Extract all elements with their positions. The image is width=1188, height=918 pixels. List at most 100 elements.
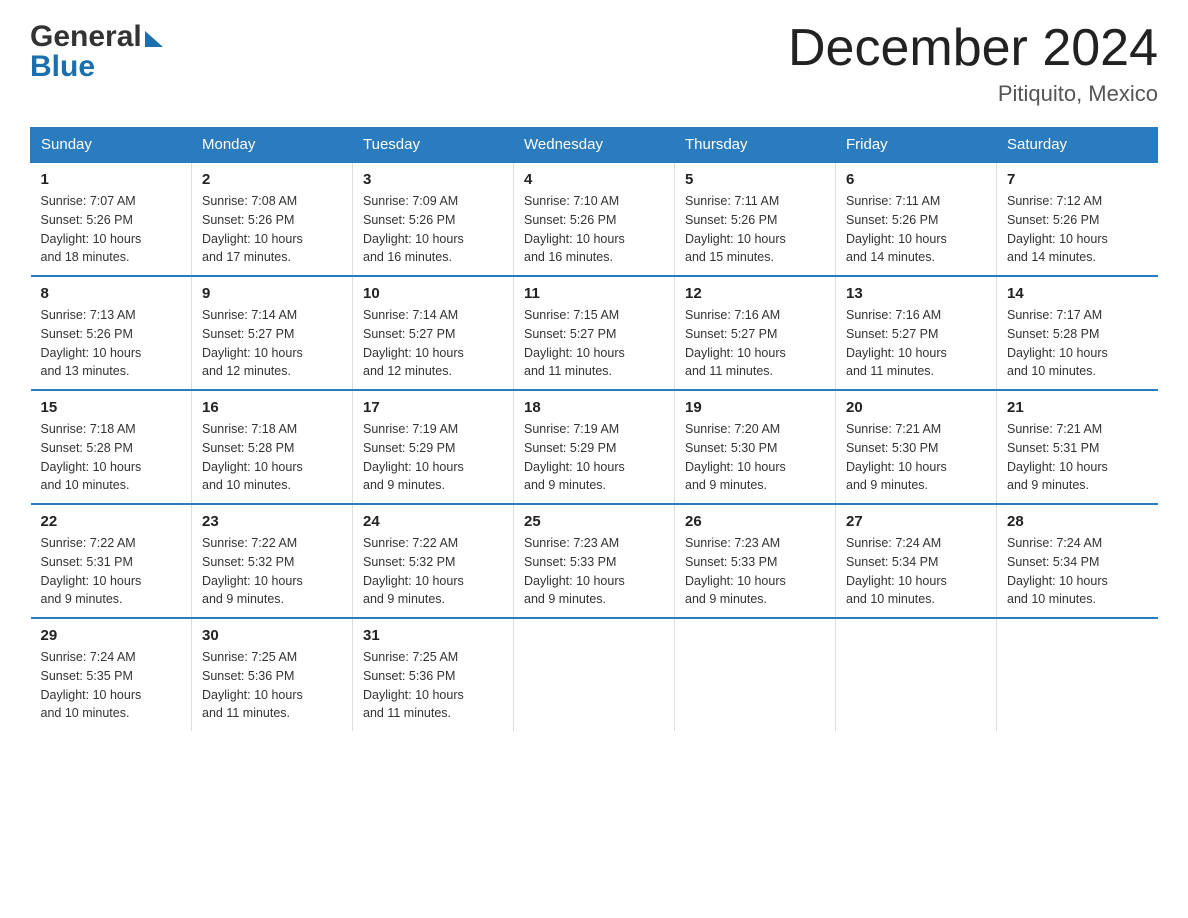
calendar-cell: 15 Sunrise: 7:18 AM Sunset: 5:28 PM Dayl… — [31, 390, 192, 504]
calendar-cell: 1 Sunrise: 7:07 AM Sunset: 5:26 PM Dayli… — [31, 162, 192, 276]
day-info: Sunrise: 7:16 AM Sunset: 5:27 PM Dayligh… — [846, 306, 986, 381]
day-info: Sunrise: 7:13 AM Sunset: 5:26 PM Dayligh… — [41, 306, 182, 381]
day-number: 5 — [685, 171, 825, 188]
day-info: Sunrise: 7:23 AM Sunset: 5:33 PM Dayligh… — [524, 534, 664, 609]
day-info: Sunrise: 7:12 AM Sunset: 5:26 PM Dayligh… — [1007, 192, 1148, 267]
day-info: Sunrise: 7:20 AM Sunset: 5:30 PM Dayligh… — [685, 420, 825, 495]
day-number: 31 — [363, 627, 503, 644]
day-number: 20 — [846, 399, 986, 416]
day-number: 8 — [41, 285, 182, 302]
col-friday: Friday — [836, 128, 997, 163]
calendar-cell: 6 Sunrise: 7:11 AM Sunset: 5:26 PM Dayli… — [836, 162, 997, 276]
calendar-cell: 19 Sunrise: 7:20 AM Sunset: 5:30 PM Dayl… — [675, 390, 836, 504]
day-info: Sunrise: 7:23 AM Sunset: 5:33 PM Dayligh… — [685, 534, 825, 609]
calendar-cell: 21 Sunrise: 7:21 AM Sunset: 5:31 PM Dayl… — [997, 390, 1158, 504]
calendar-cell: 26 Sunrise: 7:23 AM Sunset: 5:33 PM Dayl… — [675, 504, 836, 618]
day-number: 25 — [524, 513, 664, 530]
calendar-cell: 9 Sunrise: 7:14 AM Sunset: 5:27 PM Dayli… — [192, 276, 353, 390]
day-number: 2 — [202, 171, 342, 188]
calendar-cell: 4 Sunrise: 7:10 AM Sunset: 5:26 PM Dayli… — [514, 162, 675, 276]
calendar-week-row: 1 Sunrise: 7:07 AM Sunset: 5:26 PM Dayli… — [31, 162, 1158, 276]
day-number: 22 — [41, 513, 182, 530]
calendar-week-row: 15 Sunrise: 7:18 AM Sunset: 5:28 PM Dayl… — [31, 390, 1158, 504]
day-info: Sunrise: 7:24 AM Sunset: 5:34 PM Dayligh… — [846, 534, 986, 609]
calendar-cell: 27 Sunrise: 7:24 AM Sunset: 5:34 PM Dayl… — [836, 504, 997, 618]
day-number: 17 — [363, 399, 503, 416]
logo: General Blue — [30, 20, 163, 84]
day-info: Sunrise: 7:10 AM Sunset: 5:26 PM Dayligh… — [524, 192, 664, 267]
day-number: 27 — [846, 513, 986, 530]
calendar-cell: 8 Sunrise: 7:13 AM Sunset: 5:26 PM Dayli… — [31, 276, 192, 390]
day-number: 7 — [1007, 171, 1148, 188]
calendar-cell — [514, 618, 675, 731]
col-monday: Monday — [192, 128, 353, 163]
calendar-week-row: 22 Sunrise: 7:22 AM Sunset: 5:31 PM Dayl… — [31, 504, 1158, 618]
location: Pitiquito, Mexico — [788, 81, 1158, 107]
day-info: Sunrise: 7:14 AM Sunset: 5:27 PM Dayligh… — [363, 306, 503, 381]
day-number: 21 — [1007, 399, 1148, 416]
calendar-cell: 12 Sunrise: 7:16 AM Sunset: 5:27 PM Dayl… — [675, 276, 836, 390]
calendar-cell: 14 Sunrise: 7:17 AM Sunset: 5:28 PM Dayl… — [997, 276, 1158, 390]
day-number: 30 — [202, 627, 342, 644]
calendar-cell — [836, 618, 997, 731]
calendar-cell: 17 Sunrise: 7:19 AM Sunset: 5:29 PM Dayl… — [353, 390, 514, 504]
day-info: Sunrise: 7:25 AM Sunset: 5:36 PM Dayligh… — [363, 648, 503, 723]
day-info: Sunrise: 7:25 AM Sunset: 5:36 PM Dayligh… — [202, 648, 342, 723]
page-header: General Blue December 2024 Pitiquito, Me… — [30, 20, 1158, 107]
day-info: Sunrise: 7:18 AM Sunset: 5:28 PM Dayligh… — [202, 420, 342, 495]
calendar-cell: 24 Sunrise: 7:22 AM Sunset: 5:32 PM Dayl… — [353, 504, 514, 618]
day-number: 18 — [524, 399, 664, 416]
month-title: December 2024 — [788, 20, 1158, 77]
logo-blue-text: Blue — [30, 50, 95, 84]
day-info: Sunrise: 7:19 AM Sunset: 5:29 PM Dayligh… — [524, 420, 664, 495]
day-info: Sunrise: 7:09 AM Sunset: 5:26 PM Dayligh… — [363, 192, 503, 267]
day-info: Sunrise: 7:11 AM Sunset: 5:26 PM Dayligh… — [685, 192, 825, 267]
day-number: 1 — [41, 171, 182, 188]
day-info: Sunrise: 7:22 AM Sunset: 5:31 PM Dayligh… — [41, 534, 182, 609]
calendar-table: Sunday Monday Tuesday Wednesday Thursday… — [30, 127, 1158, 731]
calendar-cell: 23 Sunrise: 7:22 AM Sunset: 5:32 PM Dayl… — [192, 504, 353, 618]
day-info: Sunrise: 7:24 AM Sunset: 5:35 PM Dayligh… — [41, 648, 182, 723]
day-info: Sunrise: 7:17 AM Sunset: 5:28 PM Dayligh… — [1007, 306, 1148, 381]
col-tuesday: Tuesday — [353, 128, 514, 163]
day-number: 29 — [41, 627, 182, 644]
col-thursday: Thursday — [675, 128, 836, 163]
day-number: 4 — [524, 171, 664, 188]
title-section: December 2024 Pitiquito, Mexico — [788, 20, 1158, 107]
day-number: 3 — [363, 171, 503, 188]
calendar-cell: 25 Sunrise: 7:23 AM Sunset: 5:33 PM Dayl… — [514, 504, 675, 618]
day-number: 12 — [685, 285, 825, 302]
calendar-cell: 18 Sunrise: 7:19 AM Sunset: 5:29 PM Dayl… — [514, 390, 675, 504]
day-number: 19 — [685, 399, 825, 416]
day-info: Sunrise: 7:21 AM Sunset: 5:30 PM Dayligh… — [846, 420, 986, 495]
calendar-cell: 3 Sunrise: 7:09 AM Sunset: 5:26 PM Dayli… — [353, 162, 514, 276]
day-number: 13 — [846, 285, 986, 302]
day-info: Sunrise: 7:14 AM Sunset: 5:27 PM Dayligh… — [202, 306, 342, 381]
day-number: 11 — [524, 285, 664, 302]
day-number: 6 — [846, 171, 986, 188]
calendar-cell: 29 Sunrise: 7:24 AM Sunset: 5:35 PM Dayl… — [31, 618, 192, 731]
day-info: Sunrise: 7:11 AM Sunset: 5:26 PM Dayligh… — [846, 192, 986, 267]
calendar-cell: 28 Sunrise: 7:24 AM Sunset: 5:34 PM Dayl… — [997, 504, 1158, 618]
day-info: Sunrise: 7:22 AM Sunset: 5:32 PM Dayligh… — [202, 534, 342, 609]
calendar-cell: 10 Sunrise: 7:14 AM Sunset: 5:27 PM Dayl… — [353, 276, 514, 390]
calendar-cell: 13 Sunrise: 7:16 AM Sunset: 5:27 PM Dayl… — [836, 276, 997, 390]
day-info: Sunrise: 7:07 AM Sunset: 5:26 PM Dayligh… — [41, 192, 182, 267]
col-wednesday: Wednesday — [514, 128, 675, 163]
calendar-cell: 16 Sunrise: 7:18 AM Sunset: 5:28 PM Dayl… — [192, 390, 353, 504]
calendar-cell: 22 Sunrise: 7:22 AM Sunset: 5:31 PM Dayl… — [31, 504, 192, 618]
day-number: 16 — [202, 399, 342, 416]
calendar-header-row: Sunday Monday Tuesday Wednesday Thursday… — [31, 128, 1158, 163]
day-number: 28 — [1007, 513, 1148, 530]
calendar-cell — [675, 618, 836, 731]
day-number: 10 — [363, 285, 503, 302]
col-saturday: Saturday — [997, 128, 1158, 163]
logo-general-text: General — [30, 20, 142, 54]
day-number: 15 — [41, 399, 182, 416]
calendar-cell: 5 Sunrise: 7:11 AM Sunset: 5:26 PM Dayli… — [675, 162, 836, 276]
day-number: 14 — [1007, 285, 1148, 302]
col-sunday: Sunday — [31, 128, 192, 163]
day-info: Sunrise: 7:15 AM Sunset: 5:27 PM Dayligh… — [524, 306, 664, 381]
day-info: Sunrise: 7:21 AM Sunset: 5:31 PM Dayligh… — [1007, 420, 1148, 495]
day-number: 9 — [202, 285, 342, 302]
